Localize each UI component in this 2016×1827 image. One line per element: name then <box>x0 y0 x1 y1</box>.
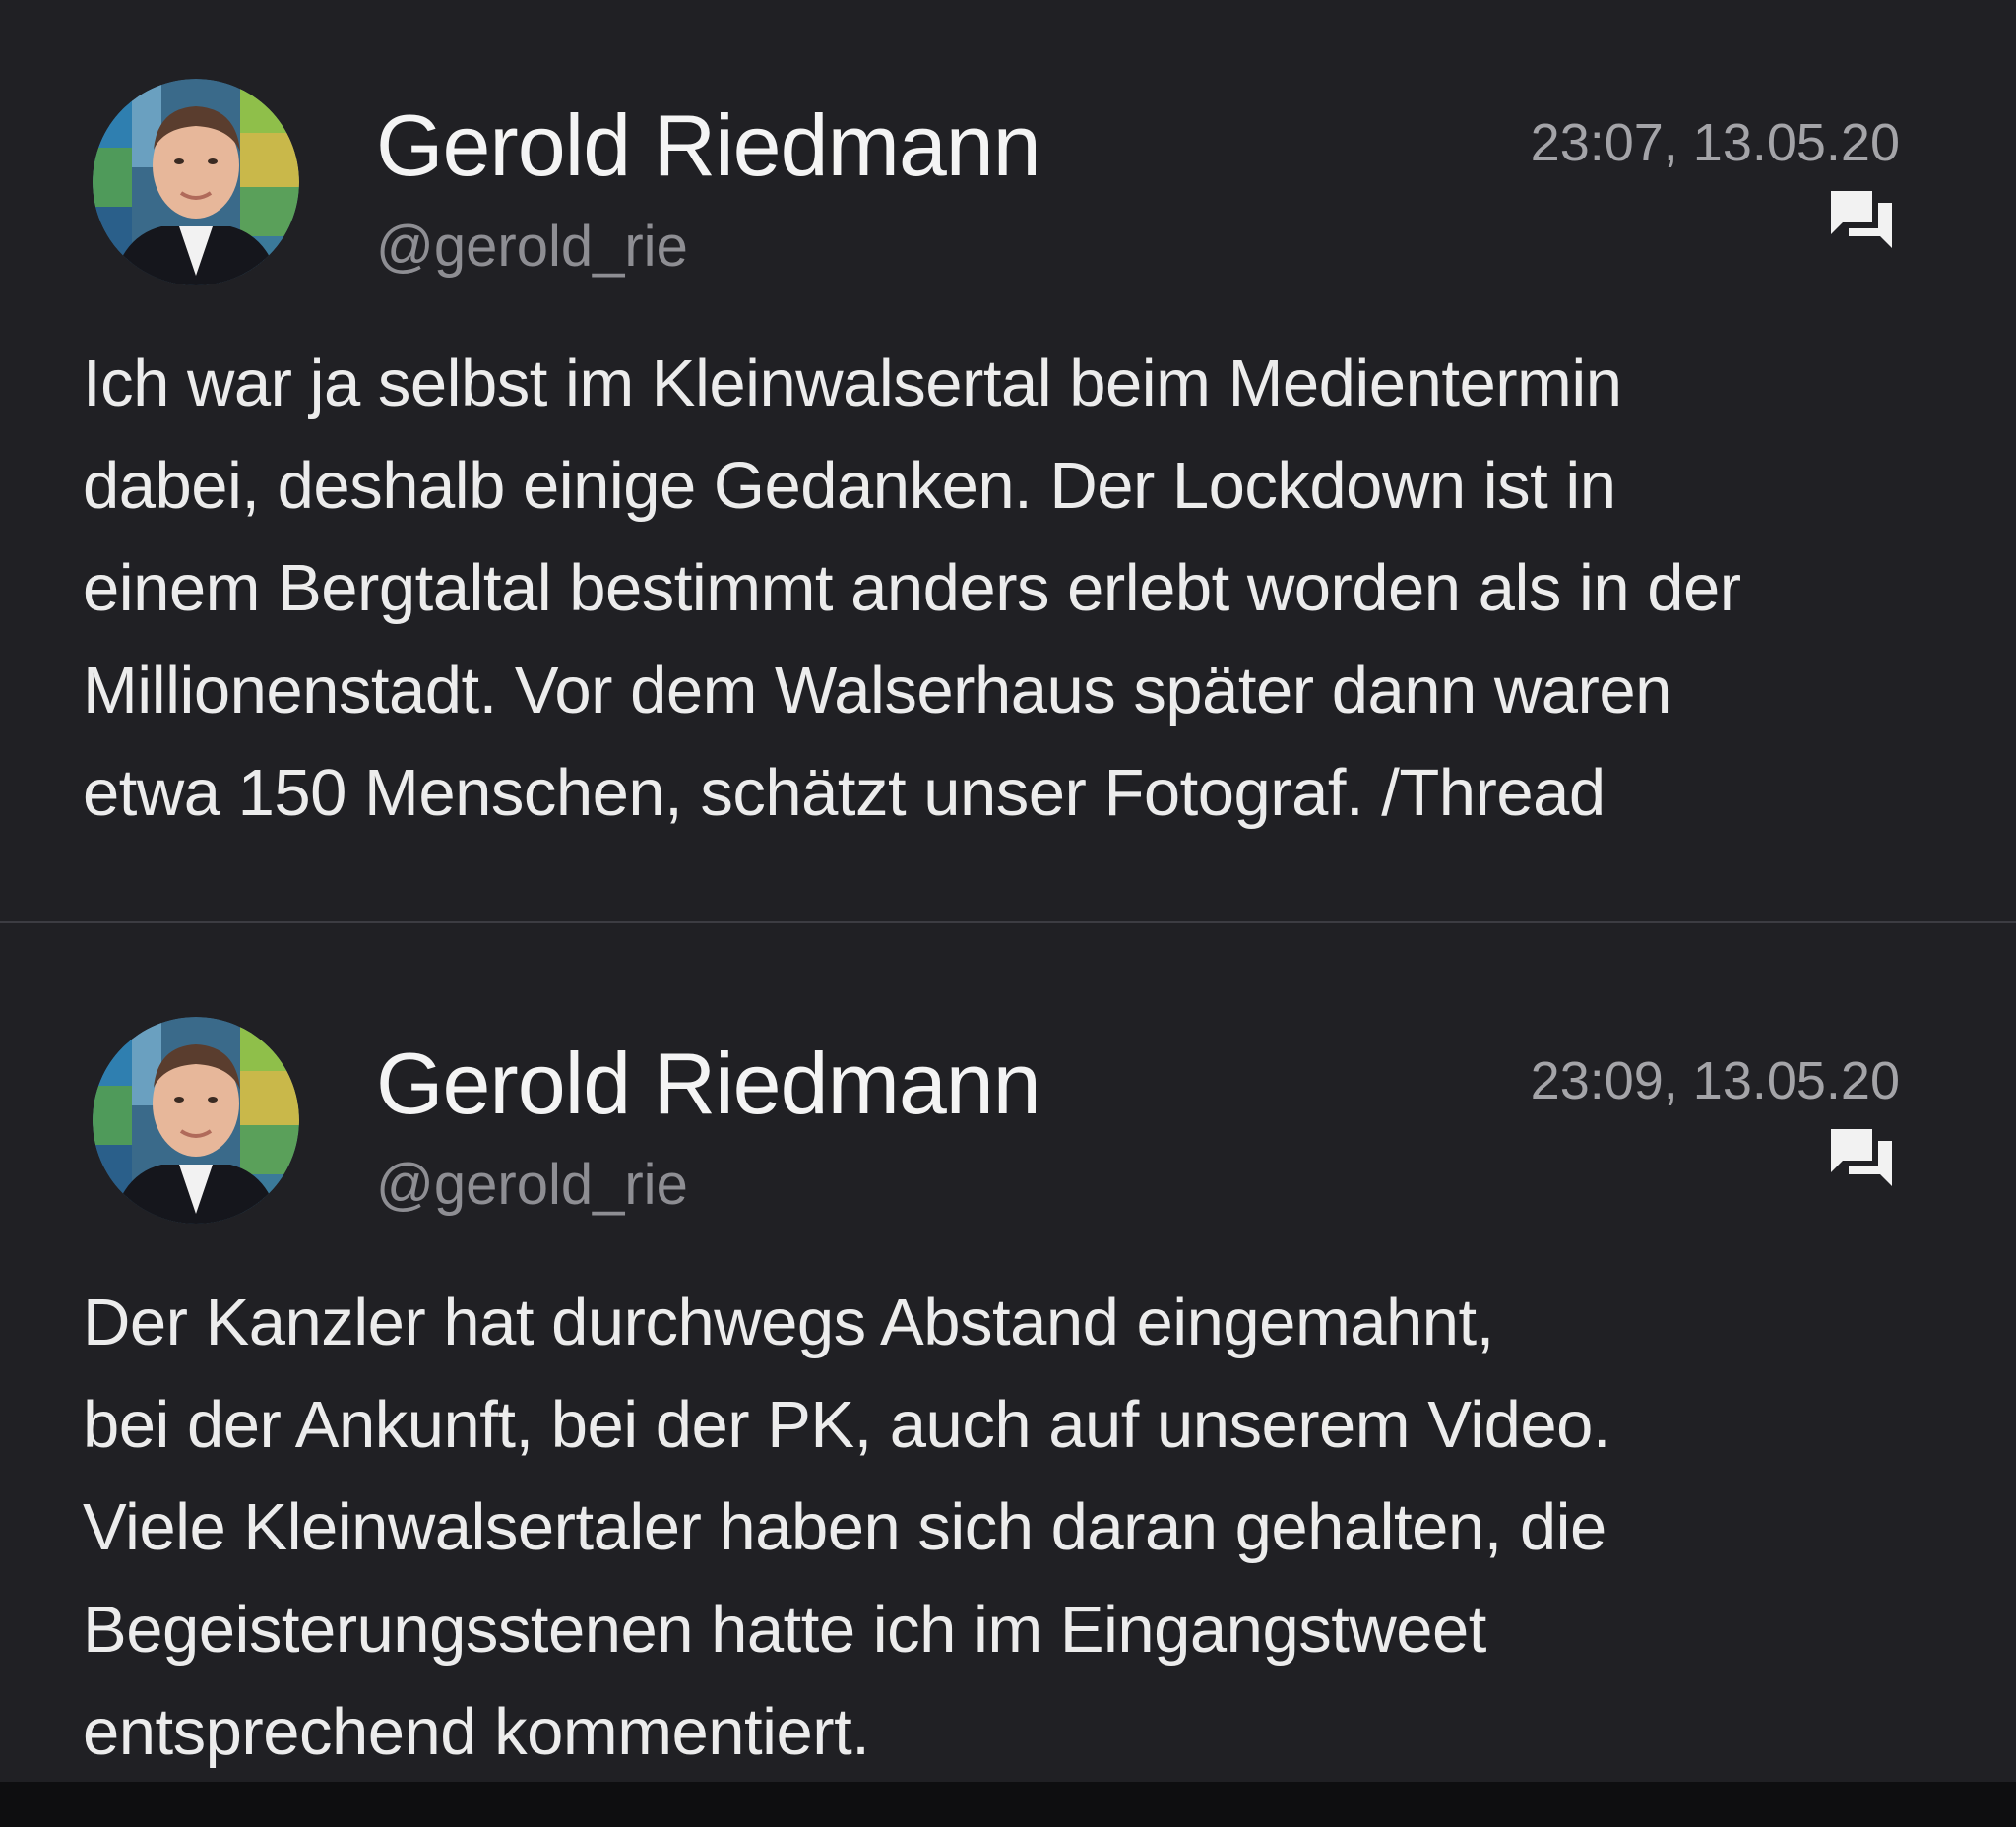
tweet-thread-screen: Gerold Riedmann @gerold_rie 23:07, 13.05… <box>0 0 2016 1827</box>
timestamp: 23:07, 13.05.20 <box>1530 113 1900 172</box>
forum-icon[interactable] <box>1829 1127 1894 1188</box>
tweet-text-line: Millionenstadt. Vor dem Walserhaus späte… <box>83 654 1671 727</box>
avatar[interactable] <box>93 1017 299 1224</box>
tweet-text-line: entsprechend kommentiert. <box>83 1695 870 1769</box>
forum-icon[interactable] <box>1829 189 1894 250</box>
avatar[interactable] <box>93 79 299 285</box>
tweet-text-line: Ich war ja selbst im Kleinwalsertal beim… <box>83 346 1622 420</box>
user-handle[interactable]: @gerold_rie <box>376 1157 688 1214</box>
tweet-body: Ich war ja selbst im Kleinwalsertal beim… <box>83 333 1933 845</box>
profile-photo-icon <box>93 79 299 285</box>
tweet-text-line: dabei, deshalb einige Gedanken. Der Lock… <box>83 449 1616 523</box>
tweet-text-line: Viele Kleinwalsertaler haben sich daran … <box>83 1490 1606 1564</box>
display-name[interactable]: Gerold Riedmann <box>376 1040 1041 1127</box>
tweet-text-line: etwa 150 Menschen, schätzt unser Fotogra… <box>83 756 1606 830</box>
timestamp: 23:09, 13.05.20 <box>1530 1051 1900 1110</box>
tweet-item[interactable]: Gerold Riedmann @gerold_rie 23:09, 13.05… <box>0 923 2016 1782</box>
tweet-text-line: Der Kanzler hat durchwegs Abstand eingem… <box>83 1286 1494 1359</box>
tweet-text-line: bei der Ankunft, bei der PK, auch auf un… <box>83 1388 1611 1462</box>
tweet-text-line: Begeisterungsstenen hatte ich im Eingang… <box>83 1593 1486 1667</box>
bottom-bar <box>0 1782 2016 1827</box>
tweet-text-line: einem Bergtaltal bestimmt anders erlebt … <box>83 551 1741 625</box>
tweet-body: Der Kanzler hat durchwegs Abstand eingem… <box>83 1272 1933 1784</box>
tweet-item[interactable]: Gerold Riedmann @gerold_rie 23:07, 13.05… <box>0 0 2016 921</box>
user-handle[interactable]: @gerold_rie <box>376 219 688 276</box>
profile-photo-icon <box>93 1017 299 1224</box>
display-name[interactable]: Gerold Riedmann <box>376 102 1041 189</box>
